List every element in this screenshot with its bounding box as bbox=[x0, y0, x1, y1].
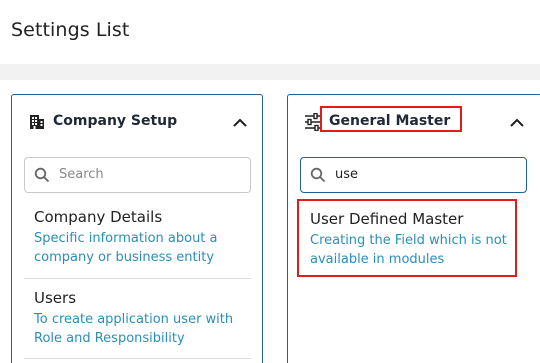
list-item-users[interactable]: Users To create application user with Ro… bbox=[34, 288, 252, 348]
chevron-up-icon[interactable] bbox=[231, 114, 249, 132]
item-description: Specific information about a company or … bbox=[34, 231, 218, 265]
company-setup-panel: Company Setup Search Company Details Spe… bbox=[11, 94, 263, 363]
list-item-company-details[interactable]: Company Details Specific information abo… bbox=[34, 207, 252, 267]
divider bbox=[24, 358, 251, 359]
highlight-box-title bbox=[320, 106, 462, 132]
item-title: Company Details bbox=[34, 208, 163, 226]
highlight-box-item bbox=[297, 199, 517, 277]
search-value: use bbox=[335, 167, 359, 182]
page-header: Settings List bbox=[0, 0, 540, 64]
search-placeholder: Search bbox=[59, 167, 104, 182]
search-input[interactable]: use bbox=[300, 157, 527, 193]
search-icon bbox=[34, 167, 50, 183]
page-title: Settings List bbox=[11, 19, 130, 41]
item-title: Users bbox=[34, 289, 77, 307]
item-description: To create application user with Role and… bbox=[34, 312, 234, 346]
panel-header[interactable]: Company Setup bbox=[12, 95, 262, 147]
divider bbox=[24, 278, 251, 279]
search-input[interactable]: Search bbox=[24, 157, 251, 193]
building-icon bbox=[30, 115, 44, 129]
panel-title: Company Setup bbox=[53, 113, 178, 129]
chevron-up-icon[interactable] bbox=[508, 114, 526, 132]
search-icon bbox=[310, 167, 326, 183]
